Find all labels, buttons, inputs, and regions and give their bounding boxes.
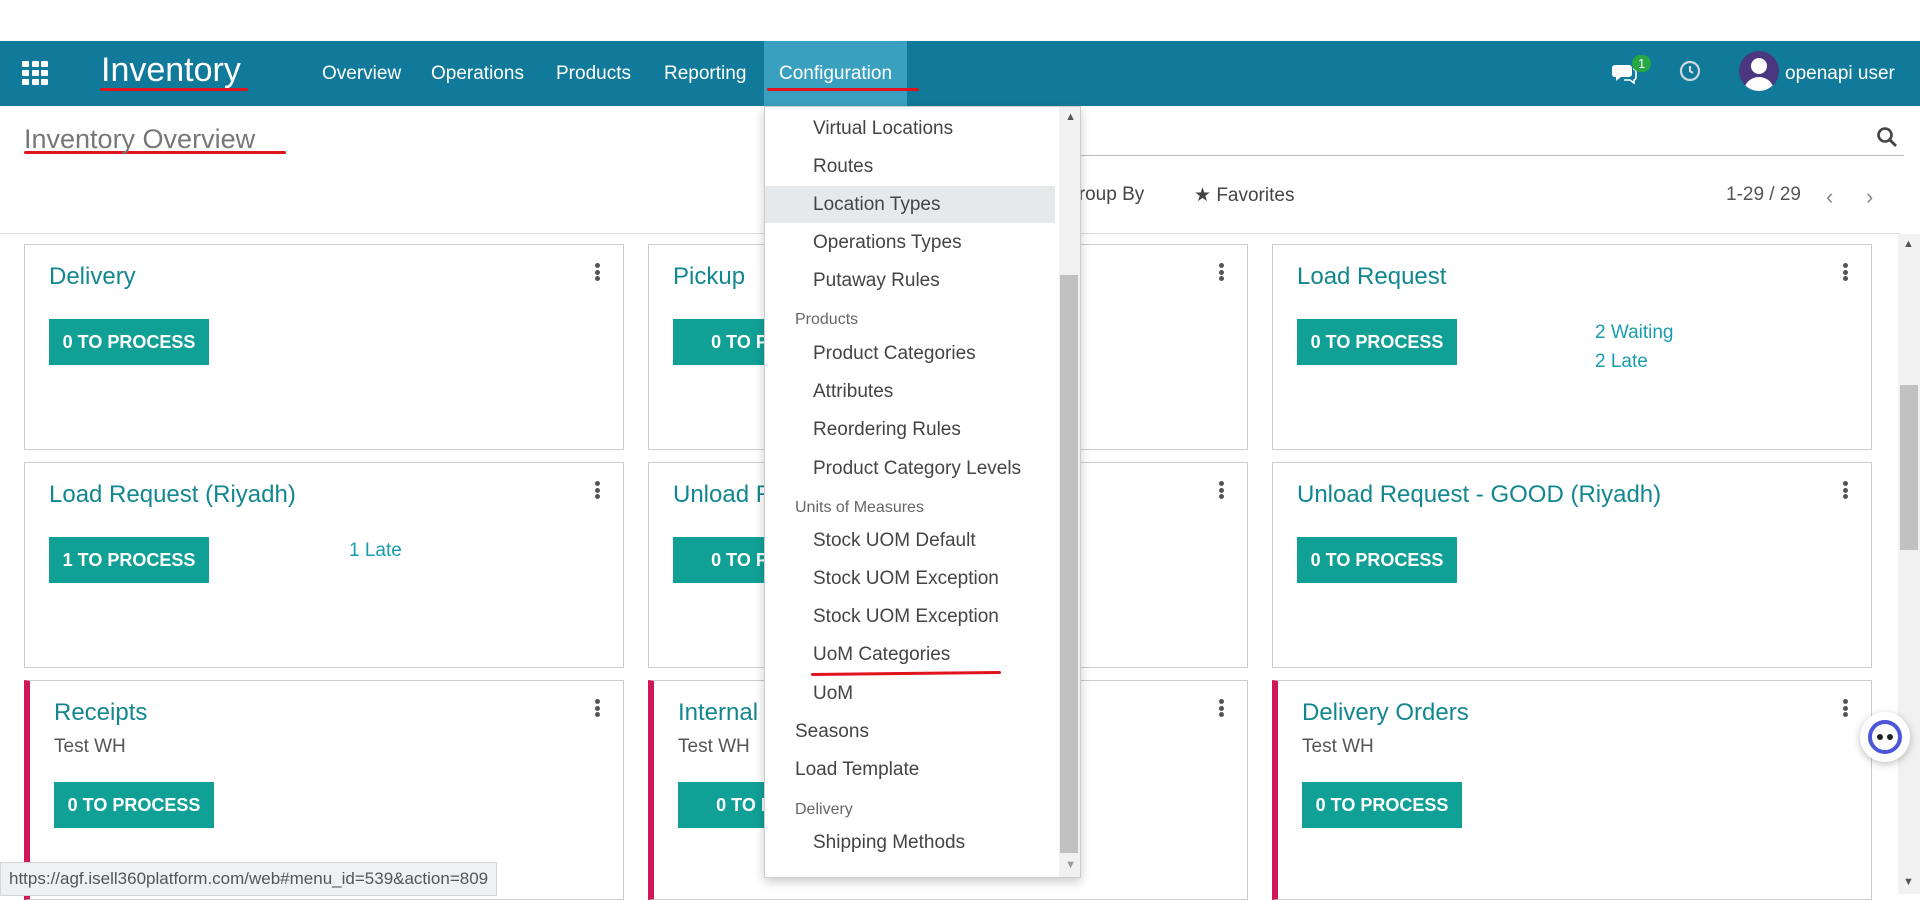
apps-grid-icon[interactable]: [22, 61, 48, 85]
card-warehouse: Test WH: [1302, 736, 1374, 757]
card-delivery[interactable]: Delivery 0 TO PROCESS: [24, 244, 624, 450]
menu-item-reordering-rules[interactable]: Reordering Rules: [813, 411, 961, 448]
card-unload-request-good-riyadh[interactable]: Unload Request - GOOD (Riyadh) 0 TO PROC…: [1272, 462, 1872, 668]
kebab-menu-icon[interactable]: [1843, 699, 1849, 717]
kebab-menu-icon[interactable]: [1843, 263, 1849, 281]
kebab-menu-icon[interactable]: [595, 481, 601, 499]
kebab-menu-icon[interactable]: [1219, 263, 1225, 281]
card-title[interactable]: Pickup: [673, 263, 745, 291]
card-delivery-orders[interactable]: Delivery Orders Test WH 0 TO PROCESS: [1272, 680, 1872, 900]
card-title[interactable]: Load Request (Riyadh): [49, 481, 296, 509]
card-title[interactable]: Delivery: [49, 263, 136, 291]
menu-products[interactable]: Products: [556, 41, 631, 106]
configuration-dropdown[interactable]: Virtual Locations Routes Location Types …: [764, 106, 1081, 878]
menu-item-uom[interactable]: UoM: [813, 675, 853, 712]
late-link[interactable]: 2 Late: [1595, 351, 1648, 373]
menu-reporting[interactable]: Reporting: [664, 41, 746, 106]
card-warehouse: Test WH: [54, 736, 126, 757]
menu-item-product-category-levels[interactable]: Product Category Levels: [813, 450, 1021, 487]
main-navbar: Inventory Overview Operations Products R…: [0, 41, 1920, 106]
menu-item-shipping-methods[interactable]: Shipping Methods: [813, 824, 965, 861]
chat-bot-icon[interactable]: [1860, 712, 1910, 762]
menu-item-uom-categories[interactable]: UoM Categories: [813, 636, 950, 673]
kebab-menu-icon[interactable]: [595, 699, 601, 717]
card-load-request[interactable]: Load Request 0 TO PROCESS 2 Waiting 2 La…: [1272, 244, 1872, 450]
app-brand[interactable]: Inventory: [101, 51, 241, 90]
kebab-menu-icon[interactable]: [595, 263, 601, 281]
chevron-right-icon[interactable]: ›: [1866, 184, 1873, 210]
to-process-button[interactable]: 0 TO PROCESS: [1302, 782, 1462, 828]
card-title[interactable]: Unload R: [673, 481, 773, 509]
avatar[interactable]: [1739, 51, 1779, 91]
menu-item-load-template[interactable]: Load Template: [795, 751, 919, 788]
kebab-menu-icon[interactable]: [1219, 481, 1225, 499]
menu-item-seasons[interactable]: Seasons: [795, 713, 869, 750]
search-icon[interactable]: [1876, 126, 1898, 148]
search-input[interactable]: [1060, 155, 1904, 156]
star-icon: ★: [1194, 185, 1217, 206]
chevron-left-icon[interactable]: ‹: [1826, 184, 1833, 210]
annotation-underline-configuration: [767, 88, 919, 91]
menu-item-attributes[interactable]: Attributes: [813, 373, 893, 410]
menu-item-operations-types[interactable]: Operations Types: [813, 224, 962, 261]
kebab-menu-icon[interactable]: [1219, 699, 1225, 717]
menu-item-putaway-rules[interactable]: Putaway Rules: [813, 262, 940, 299]
card-title[interactable]: Load Request: [1297, 263, 1446, 291]
pager-value[interactable]: 1-29 / 29: [1726, 184, 1801, 206]
menu-operations[interactable]: Operations: [431, 41, 524, 106]
to-process-button[interactable]: 0 TO PROCESS: [1297, 319, 1457, 365]
card-load-request-riyadh[interactable]: Load Request (Riyadh) 1 TO PROCESS 1 Lat…: [24, 462, 624, 668]
menu-item-stock-uom-exception-2[interactable]: Stock UOM Exception: [813, 598, 999, 635]
kebab-menu-icon[interactable]: [1843, 481, 1849, 499]
chat-count-badge: 1: [1632, 55, 1652, 72]
favorites-button[interactable]: ★ Favorites: [1194, 184, 1294, 207]
to-process-button[interactable]: 1 TO PROCESS: [49, 537, 209, 583]
user-menu[interactable]: openapi user: [1785, 41, 1895, 106]
activity-clock-icon[interactable]: [1678, 59, 1702, 83]
annotation-underline-brand: [100, 88, 248, 91]
menu-item-virtual-locations[interactable]: Virtual Locations: [813, 110, 953, 147]
menu-overview[interactable]: Overview: [322, 41, 401, 106]
waiting-link[interactable]: 2 Waiting: [1595, 322, 1674, 344]
late-link[interactable]: 1 Late: [349, 540, 402, 562]
page-scrollbar[interactable]: [1898, 234, 1920, 894]
menu-configuration[interactable]: Configuration: [764, 41, 908, 106]
to-process-button[interactable]: 0 TO PROCESS: [54, 782, 214, 828]
favorites-label: Favorites: [1216, 185, 1295, 206]
to-process-button[interactable]: 0 TO PROCESS: [1297, 537, 1457, 583]
status-bar-url: https://agf.isell360platform.com/web#men…: [0, 862, 498, 896]
scroll-up-arrow-icon[interactable]: ▲: [1903, 238, 1914, 250]
scroll-down-arrow-icon[interactable]: ▼: [1903, 876, 1914, 888]
dropdown-scrollbar-thumb[interactable]: [1060, 275, 1078, 853]
dropdown-scroll-down-icon[interactable]: ▼: [1065, 859, 1076, 871]
menu-item-product-categories[interactable]: Product Categories: [813, 335, 976, 372]
card-title[interactable]: Receipts: [54, 699, 147, 727]
menu-item-routes[interactable]: Routes: [813, 148, 873, 185]
dropdown-scroll-up-icon[interactable]: ▲: [1065, 111, 1076, 123]
menu-item-stock-uom-exception[interactable]: Stock UOM Exception: [813, 560, 999, 597]
top-strip: [0, 0, 1920, 41]
to-process-button[interactable]: 0 TO PROCESS: [49, 319, 209, 365]
card-title[interactable]: Unload Request - GOOD (Riyadh): [1297, 481, 1661, 509]
menu-header-products: Products: [795, 311, 859, 328]
card-warehouse: Test WH: [678, 736, 750, 757]
menu-header-units-of-measures: Units of Measures: [795, 499, 924, 516]
card-title[interactable]: Delivery Orders: [1302, 699, 1469, 727]
user-silhouette-icon: [1744, 58, 1774, 91]
page-title: Inventory Overview: [24, 124, 256, 154]
page-scrollbar-thumb[interactable]: [1900, 385, 1918, 550]
bot-face-icon: [1868, 720, 1902, 754]
menu-item-stock-uom-default[interactable]: Stock UOM Default: [813, 522, 976, 559]
menu-item-location-types[interactable]: Location Types: [765, 186, 1055, 223]
menu-header-delivery: Delivery: [795, 801, 853, 818]
